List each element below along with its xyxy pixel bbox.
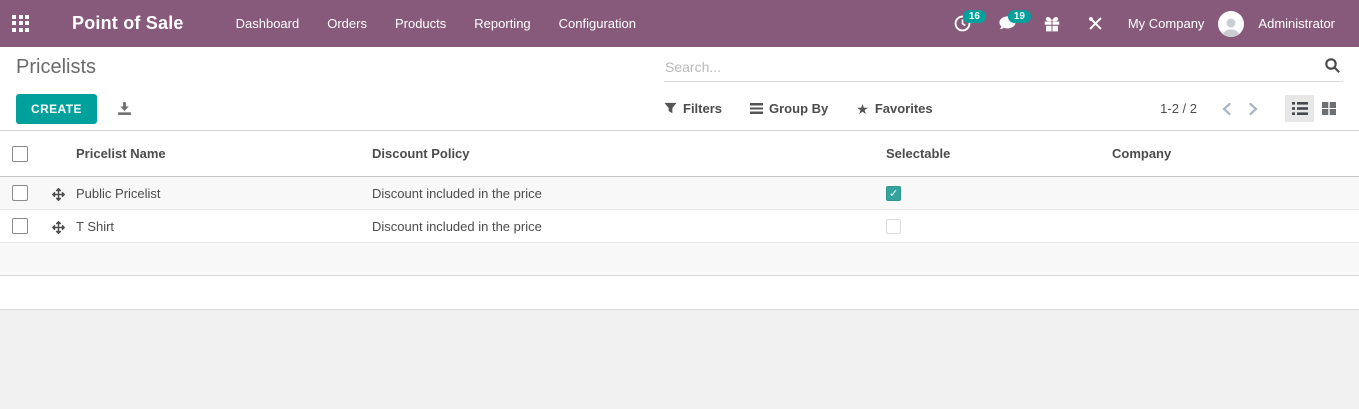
- favorites-label: Favorites: [875, 101, 933, 116]
- row-select-checkbox[interactable]: [12, 185, 28, 201]
- table-row[interactable]: T Shirt Discount included in the price: [0, 210, 1359, 243]
- list-view-button[interactable]: [1285, 95, 1314, 122]
- view-switcher: [1285, 95, 1343, 122]
- menu-orders[interactable]: Orders: [313, 0, 381, 47]
- navbar-systray: 16 19 My Company: [943, 8, 1343, 39]
- favorites-button[interactable]: ★ Favorites: [856, 101, 932, 116]
- control-panel-top: Pricelists: [0, 47, 1359, 87]
- apps-menu-icon[interactable]: [12, 15, 30, 33]
- cell-pricelist-name: T Shirt: [76, 210, 372, 243]
- activity-counter-badge: 16: [963, 10, 986, 23]
- search-facets: Filters Group By ★ Favorites: [664, 101, 933, 116]
- handle-column-header: [40, 131, 76, 177]
- filters-label: Filters: [683, 101, 722, 116]
- pricelists-table: Pricelist Name Discount Policy Selectabl…: [0, 130, 1359, 276]
- cell-company: [1112, 210, 1359, 243]
- export-download-icon[interactable]: [117, 101, 132, 116]
- main-menu: Dashboard Orders Products Reporting Conf…: [222, 0, 650, 47]
- pager-previous-button[interactable]: [1213, 98, 1240, 120]
- search-box: [664, 53, 1343, 82]
- column-header-selectable[interactable]: Selectable: [886, 131, 1112, 177]
- row-select-checkbox[interactable]: [12, 218, 28, 234]
- select-all-checkbox[interactable]: [12, 146, 28, 162]
- empty-stripe-row: [0, 243, 1359, 276]
- messages-counter-badge: 19: [1008, 10, 1031, 23]
- menu-products[interactable]: Products: [381, 0, 460, 47]
- bars-icon: [750, 103, 763, 114]
- company-menu[interactable]: My Company: [1120, 16, 1213, 31]
- tools-menu-button[interactable]: [1077, 9, 1114, 38]
- filters-button[interactable]: Filters: [664, 101, 722, 116]
- kanban-view-icon: [1322, 102, 1336, 115]
- user-menu[interactable]: Administrator: [1250, 16, 1343, 31]
- group-by-button[interactable]: Group By: [750, 101, 828, 116]
- selectable-checkbox: [886, 219, 901, 234]
- action-buttons: CREATE: [16, 94, 664, 124]
- app-title[interactable]: Point of Sale: [72, 13, 184, 34]
- column-header-discount-policy[interactable]: Discount Policy: [372, 131, 886, 177]
- pager-next-button[interactable]: [1240, 98, 1267, 120]
- column-header-pricelist-name[interactable]: Pricelist Name: [76, 131, 372, 177]
- pager-value[interactable]: 1-2 / 2: [1160, 101, 1197, 116]
- column-header-company[interactable]: Company: [1112, 131, 1359, 177]
- cell-discount-policy: Discount included in the price: [372, 210, 886, 243]
- group-by-label: Group By: [769, 101, 828, 116]
- star-icon: ★: [856, 102, 869, 116]
- top-navbar: Point of Sale Dashboard Orders Products …: [0, 0, 1359, 47]
- selectable-checkbox: [886, 186, 901, 201]
- drag-handle-icon[interactable]: [52, 188, 65, 201]
- rewards-menu-button[interactable]: [1033, 9, 1071, 39]
- messages-menu-button[interactable]: 19: [988, 8, 1027, 39]
- pager-area: 1-2 / 2: [1160, 95, 1343, 122]
- cell-company: [1112, 177, 1359, 210]
- drag-handle-icon[interactable]: [52, 221, 65, 234]
- menu-dashboard[interactable]: Dashboard: [222, 0, 314, 47]
- menu-reporting[interactable]: Reporting: [460, 0, 544, 47]
- page-title: Pricelists: [16, 56, 664, 79]
- kanban-view-button[interactable]: [1314, 95, 1343, 122]
- search-icon[interactable]: [1324, 57, 1341, 74]
- control-panel-buttons: CREATE Filters Group By ★ Favorites 1-2 …: [0, 87, 1359, 130]
- menu-configuration[interactable]: Configuration: [545, 0, 650, 47]
- search-input[interactable]: [664, 53, 1343, 82]
- activity-menu-button[interactable]: 16: [943, 8, 982, 39]
- gift-icon: [1043, 15, 1061, 33]
- create-button[interactable]: CREATE: [16, 94, 97, 124]
- table-header-row: Pricelist Name Discount Policy Selectabl…: [0, 131, 1359, 177]
- cell-pricelist-name: Public Pricelist: [76, 177, 372, 210]
- crossed-tools-icon: [1087, 15, 1104, 32]
- list-view-icon: [1292, 102, 1308, 115]
- funnel-icon: [664, 102, 677, 115]
- user-avatar[interactable]: [1218, 11, 1244, 37]
- table-row[interactable]: Public Pricelist Discount included in th…: [0, 177, 1359, 210]
- content-spacer: [0, 276, 1359, 309]
- page-background: [0, 309, 1359, 409]
- cell-discount-policy: Discount included in the price: [372, 177, 886, 210]
